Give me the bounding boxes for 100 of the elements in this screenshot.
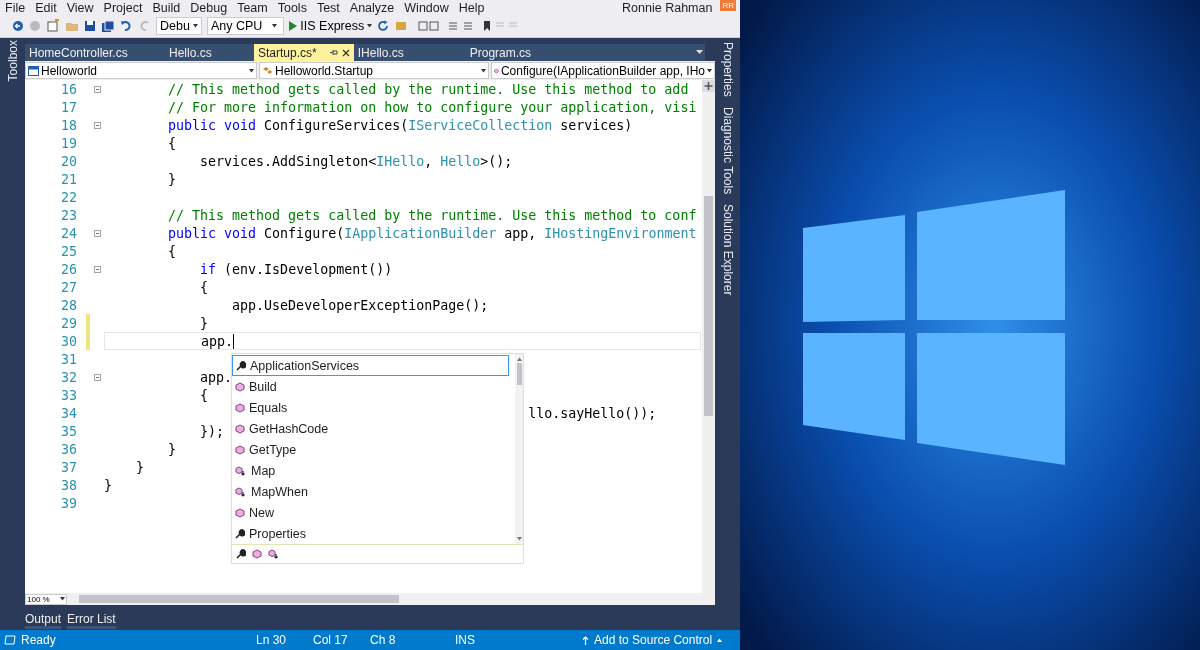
completion-item[interactable]: Build	[232, 376, 515, 397]
navigation-dropdown[interactable]: Helloworld.Startup	[259, 62, 489, 79]
document-tab[interactable]: Program.cs	[427, 44, 590, 61]
line-number: 34	[60, 405, 77, 421]
scrollbar-thumb[interactable]	[704, 196, 713, 416]
menu-item[interactable]: View	[66, 0, 94, 15]
menu-item[interactable]: Build	[152, 0, 181, 15]
navigation-dropdown[interactable]: Configure(IApplicationBuilder app, IHo	[491, 62, 715, 79]
code-line: public void Configure(IApplicationBuilder app, IHostingEnvironment	[168, 225, 697, 241]
code-line: {	[200, 387, 209, 403]
scrollbar-thumb[interactable]	[79, 595, 399, 603]
zoom-dropdown[interactable]: 100 %	[25, 593, 67, 605]
save-icon[interactable]	[84, 20, 96, 32]
menu-item[interactable]: Window	[404, 0, 449, 15]
completion-item[interactable]: GetHashCode	[232, 418, 515, 439]
collapse-icon[interactable]	[93, 265, 101, 273]
code-line: }	[168, 441, 177, 457]
play-icon	[289, 21, 298, 31]
code-editor[interactable]	[25, 80, 715, 593]
completion-item[interactable]: New	[232, 502, 515, 523]
document-tab[interactable]: IHello.cs	[353, 44, 428, 61]
menu-item[interactable]: Test	[316, 0, 340, 15]
collapse-icon[interactable]	[93, 373, 101, 381]
code-line: {	[168, 135, 177, 151]
side-tab[interactable]: Toolbox	[5, 40, 20, 82]
dropdown-arrow-icon	[192, 24, 198, 28]
line-number: 35	[60, 423, 77, 439]
code-line: {	[168, 243, 177, 259]
arrow-up-icon	[582, 635, 589, 645]
line-number: 21	[60, 171, 77, 187]
platform-dropdown[interactable]: Any CPU	[206, 17, 285, 35]
back-icon[interactable]	[12, 20, 24, 32]
filter-toggle[interactable]	[252, 549, 262, 559]
menu-item[interactable]: Help	[458, 0, 485, 15]
menu-item[interactable]: File	[5, 0, 26, 15]
code-line: });	[200, 423, 225, 439]
column-indicator: Col 17	[313, 633, 349, 647]
undo-icon[interactable]	[120, 20, 133, 32]
menu-item[interactable]: Debug	[190, 0, 228, 15]
filter-toggle[interactable]	[268, 549, 280, 559]
close-icon[interactable]	[341, 48, 350, 57]
scrollbar-thumb[interactable]	[516, 363, 522, 385]
code-line: }	[168, 171, 177, 187]
completion-item[interactable]: Properties	[232, 523, 515, 544]
menu-item[interactable]: Edit	[35, 0, 57, 15]
navigation-dropdown[interactable]: Helloworld	[25, 62, 257, 79]
user-name[interactable]: Ronnie Rahman	[622, 0, 713, 15]
new-project-icon[interactable]	[46, 19, 60, 33]
line-number: 24	[60, 225, 77, 241]
text-caret	[233, 333, 235, 349]
char-indicator: Ch 8	[370, 633, 397, 647]
cube-icon	[235, 507, 245, 518]
completion-item[interactable]: GetType	[232, 439, 515, 460]
code-line: // This method gets called by the runtime. Use this method to add	[168, 81, 689, 97]
line-number: 38	[60, 477, 77, 493]
cube-arrow-icon	[235, 465, 247, 476]
code-line: llo.sayHello());	[528, 405, 657, 421]
run-button[interactable]: IIS Express	[289, 19, 373, 33]
collapse-icon[interactable]	[93, 229, 101, 237]
collapse-icon[interactable]	[93, 121, 101, 129]
line-number: 22	[60, 189, 77, 205]
line-number: 17	[60, 99, 77, 115]
line-number: 18	[60, 117, 77, 133]
tab-list-icon[interactable]	[696, 50, 703, 55]
line-number: 27	[60, 279, 77, 295]
code-line: public void ConfigureServices(IServiceCollection services)	[168, 117, 633, 133]
completion-item[interactable]: Equals	[232, 397, 515, 418]
menu-item[interactable]: Tools	[277, 0, 307, 15]
line-number: 20	[60, 153, 77, 169]
cube-icon	[235, 381, 245, 392]
menu-item[interactable]: Team	[237, 0, 268, 15]
dropdown-arrow-icon	[60, 597, 65, 601]
dropdown-arrow-icon	[707, 68, 712, 73]
source-control-button[interactable]: Add to Source Control	[582, 633, 723, 647]
line-number: 28	[60, 297, 77, 313]
code-line: }	[200, 315, 209, 331]
method-icon	[494, 65, 499, 76]
menu-item[interactable]: Project	[103, 0, 143, 15]
collapse-icon[interactable]	[93, 85, 101, 93]
up-arrow-icon	[717, 638, 723, 642]
class-icon	[262, 65, 273, 76]
completion-item[interactable]: MapWhen	[232, 481, 515, 502]
split-icon[interactable]	[702, 80, 715, 92]
dropdown-arrow-icon	[367, 24, 373, 28]
side-tab[interactable]: Properties	[720, 42, 735, 97]
configuration-dropdown[interactable]: Debu	[156, 17, 202, 35]
completion-item[interactable]: ApplicationServices	[232, 355, 509, 376]
side-tab[interactable]: Diagnostic Tools	[720, 106, 735, 194]
refresh-icon[interactable]	[377, 20, 390, 32]
document-tab[interactable]: Hello.cs	[149, 44, 254, 61]
line-number: 36	[60, 441, 77, 457]
document-tab[interactable]: Startup.cs*	[254, 44, 354, 61]
side-tab[interactable]: Solution Explorer	[720, 203, 735, 296]
save-all-icon[interactable]	[101, 19, 115, 33]
insert-mode-indicator: INS	[455, 633, 476, 647]
status-text: Ready	[21, 633, 56, 647]
document-tab[interactable]: HomeController.cs	[25, 44, 149, 61]
menu-item[interactable]: Analyze	[349, 0, 395, 15]
pin-icon[interactable]	[328, 48, 338, 57]
completion-item[interactable]: Map	[232, 460, 515, 481]
